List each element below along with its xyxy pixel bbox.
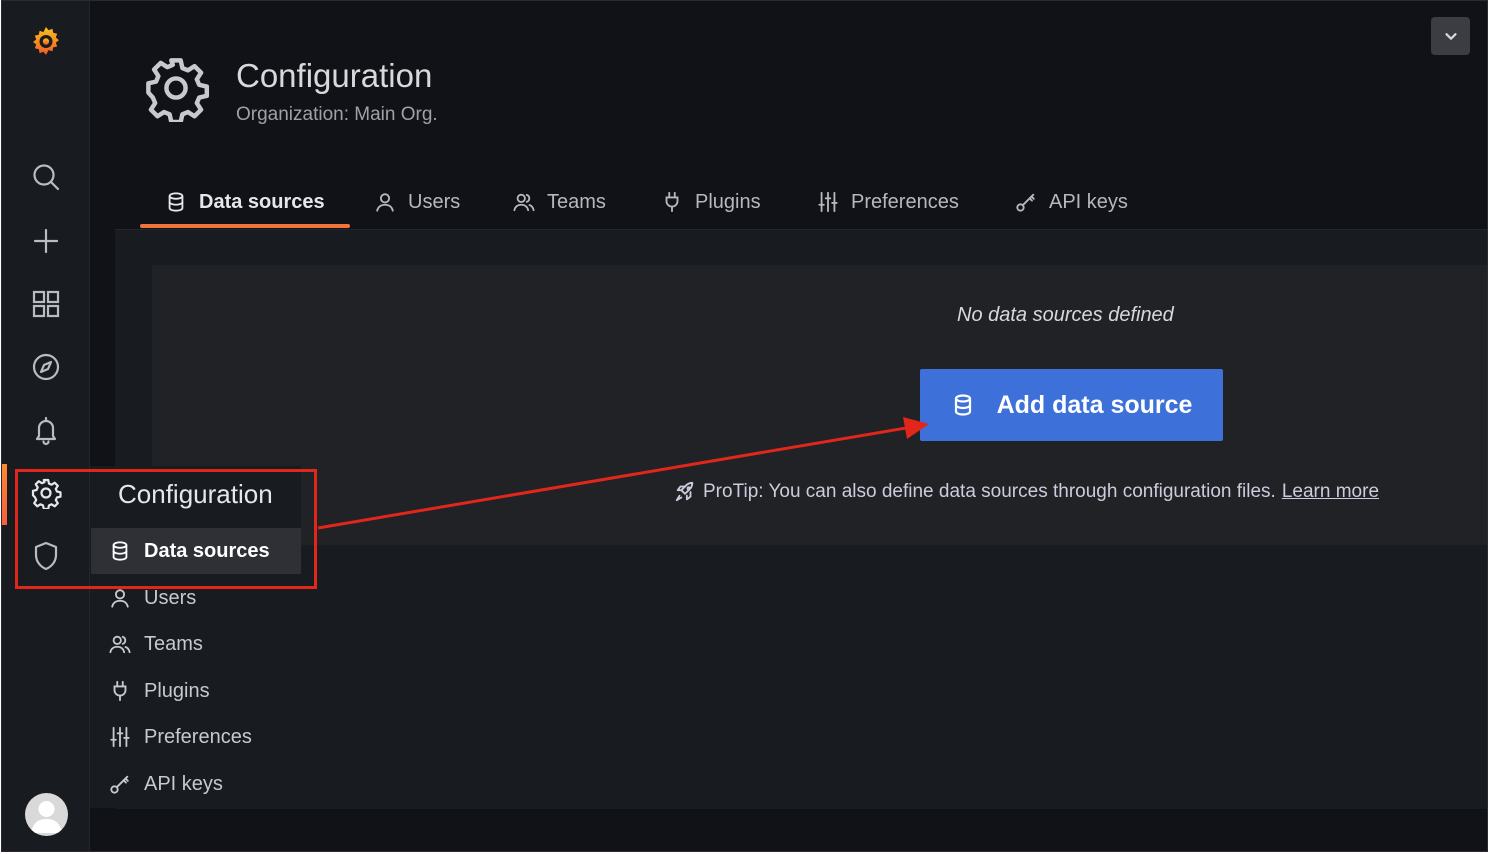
sidebar: [2, 1, 90, 851]
tab-label: Teams: [547, 190, 606, 213]
flyout-item-plugins[interactable]: Plugins: [91, 668, 301, 714]
tab-plugins[interactable]: Plugins: [661, 185, 761, 219]
add-data-source-label: Add data source: [996, 390, 1193, 419]
page-gear-icon: [142, 54, 210, 125]
grafana-logo-icon[interactable]: [24, 19, 68, 63]
annotation-highlight-box: [15, 469, 317, 589]
sliders-icon: [818, 191, 838, 213]
flyout-item-teams[interactable]: Teams: [91, 621, 301, 667]
key-icon: [110, 775, 129, 794]
tab-preferences[interactable]: Preferences: [817, 185, 959, 219]
dashboards-icon[interactable]: [24, 282, 68, 326]
user-icon: [376, 193, 394, 212]
sidebar-active-indicator: [2, 464, 7, 525]
flyout-item-label: Teams: [144, 632, 203, 655]
rocket-icon: [675, 481, 694, 502]
flyout-item-preferences[interactable]: Preferences: [91, 714, 301, 760]
database-icon: [954, 394, 971, 416]
flyout-item-label: Users: [144, 586, 197, 609]
tab-label: Plugins: [695, 190, 761, 213]
learn-more-link[interactable]: Learn more: [1282, 481, 1379, 503]
sliders-icon: [110, 726, 130, 748]
tab-teams[interactable]: Teams: [513, 185, 606, 219]
flyout-item-label: Plugins: [144, 679, 210, 702]
user-icon: [111, 589, 129, 608]
key-icon: [1016, 193, 1035, 212]
plug-icon: [665, 191, 679, 213]
page-title: Configuration: [236, 57, 433, 94]
user-avatar[interactable]: [25, 793, 68, 836]
tab-api-keys[interactable]: API keys: [1015, 185, 1128, 219]
plus-icon[interactable]: [24, 219, 68, 263]
empty-state-text: No data sources defined: [957, 304, 1174, 326]
protip: ProTip: You can also define data sources…: [674, 481, 1379, 503]
flyout-item-api-keys[interactable]: API keys: [91, 761, 301, 807]
page-subtitle: Organization: Main Org.: [236, 104, 438, 125]
chevron-down-icon: [1444, 33, 1457, 40]
search-icon[interactable]: [24, 155, 68, 199]
add-data-source-button[interactable]: Add data source: [920, 369, 1223, 441]
alerting-icon[interactable]: [24, 408, 68, 452]
tab-label: Data sources: [199, 190, 325, 213]
users-icon: [513, 193, 535, 212]
explore-icon[interactable]: [24, 345, 68, 389]
flyout-item-label: Preferences: [144, 725, 252, 748]
tab-label: API keys: [1049, 190, 1128, 213]
tab-label: Users: [408, 190, 461, 213]
tab-data-sources[interactable]: Data sources: [165, 185, 325, 219]
tab-label: Preferences: [851, 190, 959, 213]
grafana-window: Configuration Organization: Main Org. Da…: [1, 0, 1488, 852]
tab-users[interactable]: Users: [374, 185, 460, 219]
database-icon: [168, 192, 184, 212]
users-icon: [109, 635, 131, 654]
plug-icon: [113, 680, 127, 702]
flyout-item-label: API keys: [144, 772, 223, 795]
collapse-header-button[interactable]: [1431, 17, 1470, 55]
protip-text: ProTip: You can also define data sources…: [703, 481, 1276, 502]
active-tab-underline: [140, 224, 350, 228]
empty-state-panel: [152, 265, 1487, 545]
